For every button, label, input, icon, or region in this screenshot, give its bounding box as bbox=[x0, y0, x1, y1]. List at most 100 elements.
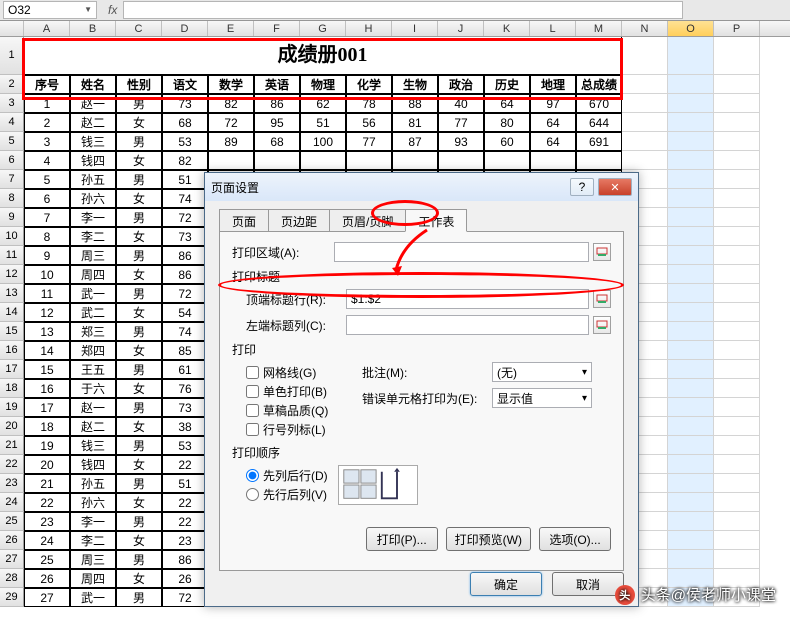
cell-r29c1[interactable]: 武一 bbox=[70, 588, 116, 607]
cell-r3c1[interactable]: 赵一 bbox=[70, 94, 116, 113]
row-label-19[interactable]: 19 bbox=[0, 398, 24, 417]
header-8[interactable]: 生物 bbox=[392, 75, 438, 94]
cell-r6c3[interactable]: 82 bbox=[162, 151, 208, 170]
cell-P22[interactable] bbox=[714, 455, 760, 474]
cell-P25[interactable] bbox=[714, 512, 760, 531]
cell-P21[interactable] bbox=[714, 436, 760, 455]
cell-P10[interactable] bbox=[714, 227, 760, 246]
row-label-29[interactable]: 29 bbox=[0, 588, 24, 607]
cell-O3[interactable] bbox=[668, 94, 714, 113]
cell-r4c7[interactable]: 56 bbox=[346, 113, 392, 132]
cell-r3c5[interactable]: 86 bbox=[254, 94, 300, 113]
left-cols-input[interactable] bbox=[346, 315, 589, 335]
cell-r25c1[interactable]: 李一 bbox=[70, 512, 116, 531]
row-label-9[interactable]: 9 bbox=[0, 208, 24, 227]
sheet-title[interactable]: 成绩册001 bbox=[24, 37, 622, 75]
cell-r15c1[interactable]: 郑三 bbox=[70, 322, 116, 341]
col-label-F[interactable]: F bbox=[254, 21, 300, 36]
gridlines-checkbox[interactable] bbox=[246, 366, 259, 379]
cell-N3[interactable] bbox=[622, 94, 668, 113]
cell-P4[interactable] bbox=[714, 113, 760, 132]
cell-P17[interactable] bbox=[714, 360, 760, 379]
left-cols-range-button[interactable] bbox=[593, 316, 611, 334]
cell-r27c1[interactable]: 周三 bbox=[70, 550, 116, 569]
cell-r4c6[interactable]: 51 bbox=[300, 113, 346, 132]
col-label-N[interactable]: N bbox=[622, 21, 668, 36]
cell-r8c2[interactable]: 女 bbox=[116, 189, 162, 208]
cell-r26c3[interactable]: 23 bbox=[162, 531, 208, 550]
cell-r21c2[interactable]: 男 bbox=[116, 436, 162, 455]
cell-r18c2[interactable]: 女 bbox=[116, 379, 162, 398]
cell-r24c0[interactable]: 22 bbox=[24, 493, 70, 512]
row-label-15[interactable]: 15 bbox=[0, 322, 24, 341]
row-label-16[interactable]: 16 bbox=[0, 341, 24, 360]
cell-r3c6[interactable]: 62 bbox=[300, 94, 346, 113]
cell-r3c12[interactable]: 670 bbox=[576, 94, 622, 113]
cell-r4c1[interactable]: 赵二 bbox=[70, 113, 116, 132]
cell-r3c10[interactable]: 64 bbox=[484, 94, 530, 113]
cell-r3c8[interactable]: 88 bbox=[392, 94, 438, 113]
row-label-25[interactable]: 25 bbox=[0, 512, 24, 531]
cell-r19c0[interactable]: 17 bbox=[24, 398, 70, 417]
row-label-21[interactable]: 21 bbox=[0, 436, 24, 455]
options-button[interactable]: 选项(O)... bbox=[539, 527, 611, 551]
cell-r29c0[interactable]: 27 bbox=[24, 588, 70, 607]
cell-r13c1[interactable]: 武一 bbox=[70, 284, 116, 303]
print-area-input[interactable] bbox=[334, 242, 589, 262]
cell-r9c2[interactable]: 男 bbox=[116, 208, 162, 227]
cell-O25[interactable] bbox=[668, 512, 714, 531]
row-label-24[interactable]: 24 bbox=[0, 493, 24, 512]
cell-O21[interactable] bbox=[668, 436, 714, 455]
col-label-G[interactable]: G bbox=[300, 21, 346, 36]
cell-r6c10[interactable] bbox=[484, 151, 530, 170]
col-label-K[interactable]: K bbox=[484, 21, 530, 36]
cell-r29c3[interactable]: 72 bbox=[162, 588, 208, 607]
cell-P2[interactable] bbox=[714, 75, 760, 94]
cell-r5c2[interactable]: 男 bbox=[116, 132, 162, 151]
cell-O16[interactable] bbox=[668, 341, 714, 360]
row-label-23[interactable]: 23 bbox=[0, 474, 24, 493]
cell-r10c2[interactable]: 女 bbox=[116, 227, 162, 246]
col-label-H[interactable]: H bbox=[346, 21, 392, 36]
header-2[interactable]: 性别 bbox=[116, 75, 162, 94]
cell-P19[interactable] bbox=[714, 398, 760, 417]
cell-r17c1[interactable]: 王五 bbox=[70, 360, 116, 379]
cell-r7c2[interactable]: 男 bbox=[116, 170, 162, 189]
cell-O9[interactable] bbox=[668, 208, 714, 227]
cell-r5c4[interactable]: 89 bbox=[208, 132, 254, 151]
cell-r22c1[interactable]: 钱四 bbox=[70, 455, 116, 474]
cell-r7c1[interactable]: 孙五 bbox=[70, 170, 116, 189]
cell-r15c2[interactable]: 男 bbox=[116, 322, 162, 341]
row-label-3[interactable]: 3 bbox=[0, 94, 24, 113]
cell-r21c3[interactable]: 53 bbox=[162, 436, 208, 455]
cell-r16c0[interactable]: 14 bbox=[24, 341, 70, 360]
cell-r12c3[interactable]: 86 bbox=[162, 265, 208, 284]
fx-icon[interactable]: fx bbox=[108, 3, 117, 17]
cell-r10c0[interactable]: 8 bbox=[24, 227, 70, 246]
cell-r29c2[interactable]: 男 bbox=[116, 588, 162, 607]
cell-r4c5[interactable]: 95 bbox=[254, 113, 300, 132]
row-label-5[interactable]: 5 bbox=[0, 132, 24, 151]
ok-button[interactable]: 确定 bbox=[470, 572, 542, 596]
cell-r5c11[interactable]: 64 bbox=[530, 132, 576, 151]
cell-r23c2[interactable]: 男 bbox=[116, 474, 162, 493]
cell-P23[interactable] bbox=[714, 474, 760, 493]
cell-r28c0[interactable]: 26 bbox=[24, 569, 70, 588]
cell-r22c3[interactable]: 22 bbox=[162, 455, 208, 474]
cell-r13c3[interactable]: 72 bbox=[162, 284, 208, 303]
cell-r4c9[interactable]: 77 bbox=[438, 113, 484, 132]
col-label-J[interactable]: J bbox=[438, 21, 484, 36]
cell-r6c9[interactable] bbox=[438, 151, 484, 170]
cell-O13[interactable] bbox=[668, 284, 714, 303]
print-button[interactable]: 打印(P)... bbox=[366, 527, 438, 551]
cell-r16c2[interactable]: 女 bbox=[116, 341, 162, 360]
cell-r13c0[interactable]: 11 bbox=[24, 284, 70, 303]
cell-P1[interactable] bbox=[714, 37, 760, 75]
cell-r3c11[interactable]: 97 bbox=[530, 94, 576, 113]
cell-r4c11[interactable]: 64 bbox=[530, 113, 576, 132]
cell-r25c2[interactable]: 男 bbox=[116, 512, 162, 531]
print-area-range-button[interactable] bbox=[593, 243, 611, 261]
cell-r18c0[interactable]: 16 bbox=[24, 379, 70, 398]
cell-r7c3[interactable]: 51 bbox=[162, 170, 208, 189]
header-4[interactable]: 数学 bbox=[208, 75, 254, 94]
